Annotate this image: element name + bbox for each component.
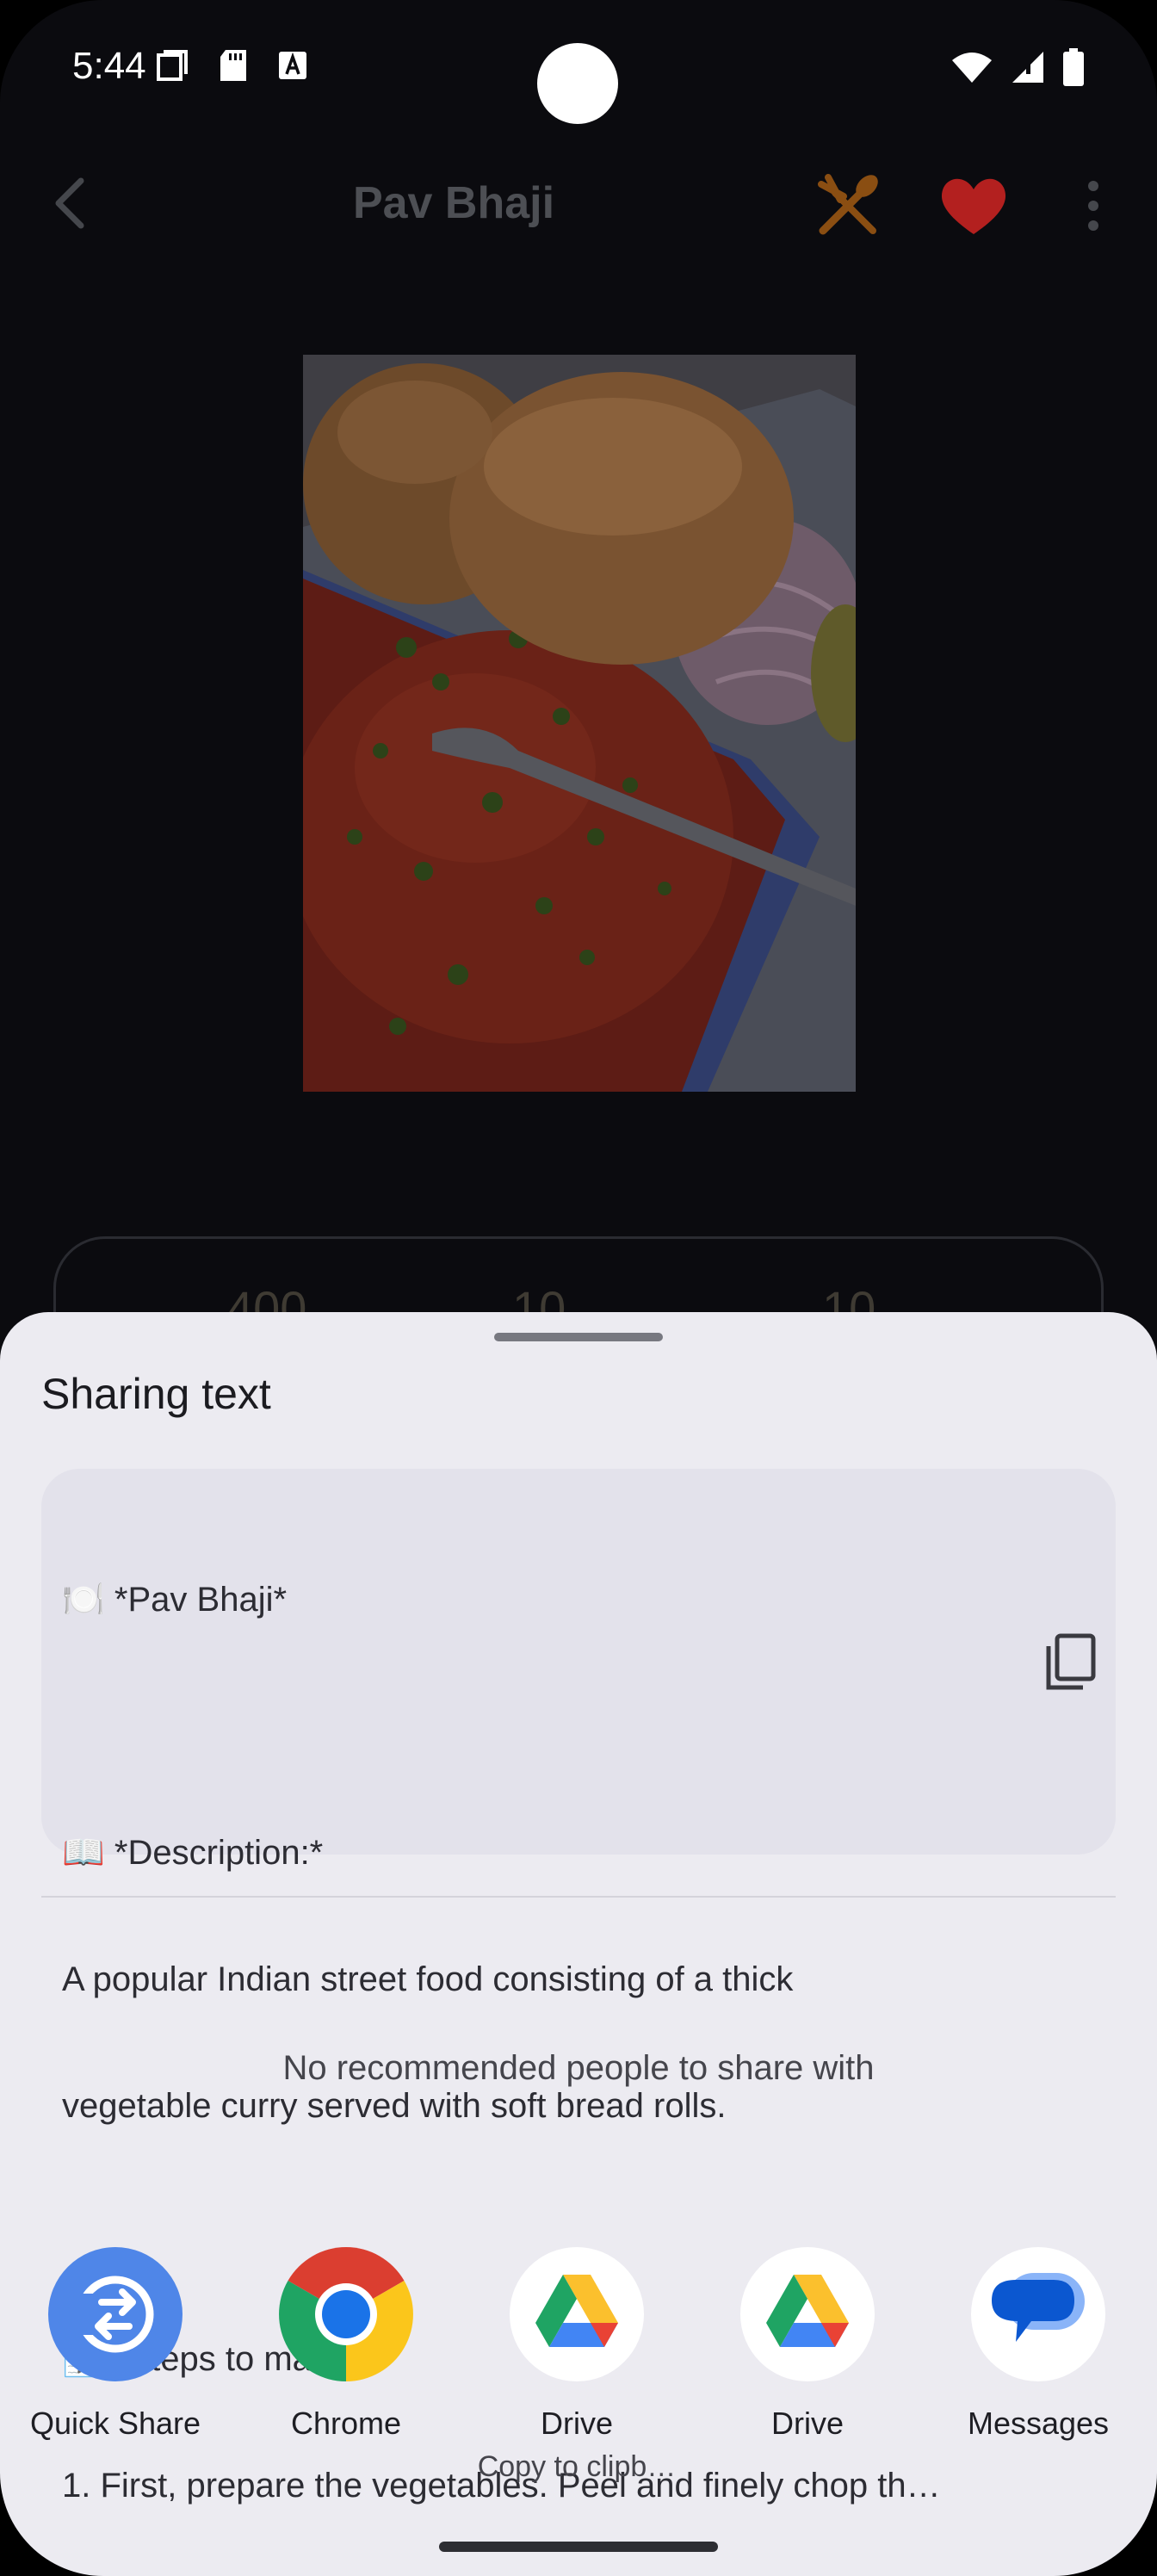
preview-line: vegetable curry served with soft bread r… [62,2087,727,2125]
share-target-label: Drive [770,2406,844,2441]
camera-cutout [537,43,618,124]
quick-share-icon [48,2247,183,2381]
status-icons-right [950,48,1085,86]
divider [41,1896,1116,1898]
sd-card-icon [220,50,246,81]
a-icon [279,52,306,79]
more-vert-icon[interactable] [1067,167,1119,245]
copy-icon[interactable] [1036,1627,1105,1696]
share-target-messages[interactable]: Messages [923,2247,1154,2442]
status-bar: 5:44 [0,0,1157,138]
preview-line [62,1706,974,1748]
share-target-label: Quick Share [29,2406,201,2441]
share-target-label: Chrome [290,2406,402,2441]
dish-photo [303,355,856,1092]
screen-icon [157,50,188,81]
status-time: 5:44 [72,45,146,87]
share-sheet: Sharing text 🍽️ *Pav Bhaji* 📖 *Descripti… [0,1312,1157,2576]
heart-icon[interactable] [935,167,1012,245]
signal-icon [1012,52,1043,83]
preview-line: 📖 *Description:* [62,1834,324,1872]
share-targets: Quick Share Chrome Drive Copy to clipb… … [0,2247,1157,2505]
navigation-handle[interactable] [439,2542,718,2552]
battery-icon [1063,48,1084,86]
messages-icon [971,2247,1105,2381]
drag-handle[interactable] [494,1333,663,1341]
drive-icon [740,2247,875,2381]
share-target-drive[interactable]: Drive [692,2247,923,2442]
page-title: Pav Bhaji [352,178,555,228]
share-target-quick-share[interactable]: Quick Share [0,2247,231,2442]
share-target-chrome[interactable]: Chrome [231,2247,461,2442]
share-target-sublabel: Copy to clipb… [477,2450,677,2483]
text-preview-card: 🍽️ *Pav Bhaji* 📖 *Description:* A popula… [41,1469,1116,2505]
chrome-icon [279,2247,413,2381]
share-target-label: Messages [967,2406,1110,2441]
share-target-label: Drive [540,2406,613,2441]
preview-line: 🍽️ *Pav Bhaji* [62,1581,288,1619]
preview-line: A popular Indian street food consisting … [62,1960,794,1998]
share-target-drive-copy[interactable]: Drive Copy to clipb… [461,2247,692,2484]
utensils-icon[interactable] [809,167,887,245]
dish-photo-illustration [303,355,856,1092]
wifi-icon [952,53,992,83]
app-bar: Pav Bhaji [0,155,1157,250]
screen: 5:44 Pav Bhaji 400 10 10 Sharing text 🍽️… [0,0,1157,2576]
status-icons-left [155,48,308,83]
drive-icon [510,2247,644,2381]
no-people-message: No recommended people to share with [282,2049,875,2087]
sheet-title: Sharing text [41,1370,271,1418]
